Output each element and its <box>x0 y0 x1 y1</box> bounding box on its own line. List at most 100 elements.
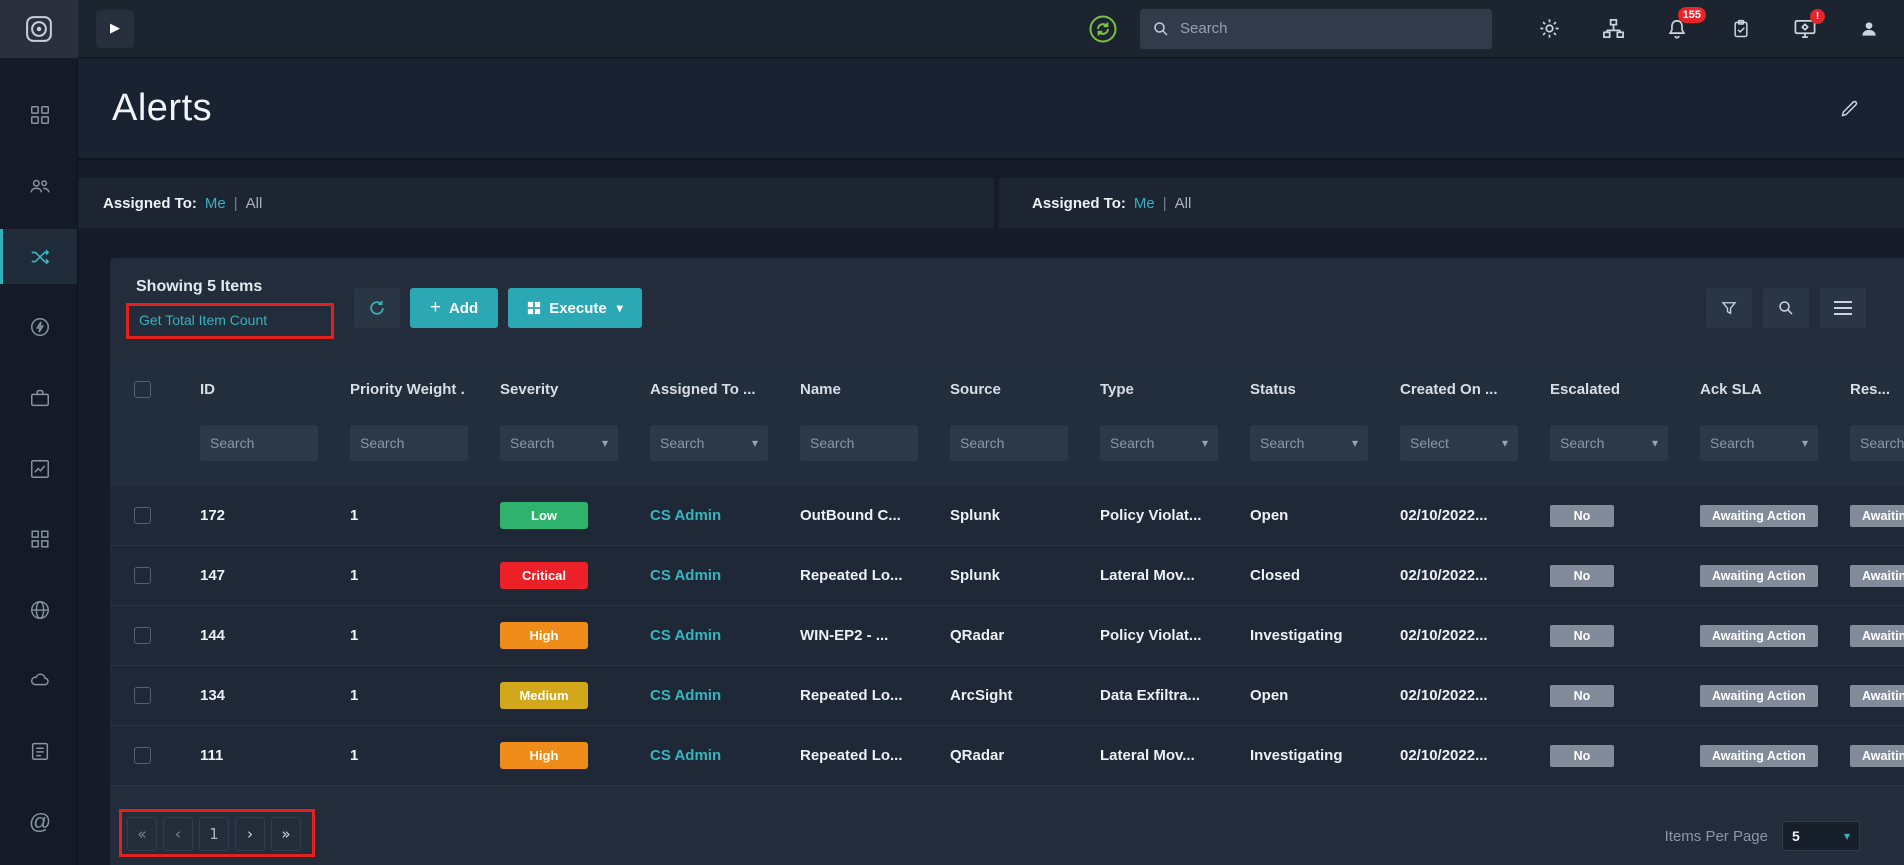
res-sla-badge: Awaiting Action <box>1850 564 1904 587</box>
sidebar-item-briefcase[interactable] <box>0 371 77 426</box>
cell-res_sla: Awaiting Action <box>1832 504 1904 527</box>
filter-input-name[interactable] <box>800 425 918 461</box>
filter-input-priority_weight[interactable] <box>350 425 468 461</box>
pagination-current-page[interactable]: 1 <box>199 817 229 851</box>
filter-input-id[interactable] <box>200 425 318 461</box>
assigned-me-link[interactable]: Me <box>205 195 226 212</box>
assigned-to-link[interactable]: CS Admin <box>650 507 721 524</box>
filter-dropdown-ack_sla[interactable]: Search ▾ <box>1700 425 1818 461</box>
sidebar-item-cloud[interactable] <box>0 653 77 708</box>
assigned-to-label: Assigned To: <box>103 194 197 212</box>
row-checkbox[interactable] <box>134 747 151 764</box>
chevron-down-icon: ▾ <box>1651 436 1658 450</box>
cell-source: QRadar <box>950 627 1005 644</box>
app-logo[interactable] <box>0 0 78 58</box>
cell-name: Repeated Lo... <box>800 687 903 704</box>
execute-button[interactable]: Execute ▾ <box>508 288 642 328</box>
row-checkbox[interactable] <box>134 507 151 524</box>
sitemap-icon[interactable] <box>1600 16 1626 42</box>
sidebar-item-dashboard[interactable] <box>0 88 77 143</box>
add-button[interactable]: + Add <box>410 288 498 328</box>
select-all-checkbox[interactable] <box>134 380 151 398</box>
topbar-icons: 155 ! <box>1536 6 1882 42</box>
column-header-severity: Severity <box>500 380 559 398</box>
chevron-down-icon: ▾ <box>1351 436 1358 450</box>
cell-type: Policy Violat... <box>1100 627 1202 644</box>
escalated-badge: No <box>1550 744 1614 767</box>
assigned-to-link[interactable]: CS Admin <box>650 747 721 764</box>
assigned-all-link[interactable]: All <box>1175 195 1192 212</box>
assigned-me-link[interactable]: Me <box>1134 195 1155 212</box>
filter-dropdown-res_sla[interactable]: Search▾ <box>1850 425 1904 461</box>
cell-created_on: 02/10/2022... <box>1400 567 1488 584</box>
notifications-bell-icon[interactable]: 155 <box>1664 6 1706 42</box>
cell-escalated: No <box>1532 684 1682 707</box>
system-settings-icon[interactable]: ! <box>1792 8 1825 42</box>
filter-dropdown-assigned_to[interactable]: Search ▾ <box>650 425 768 461</box>
clipboard-check-icon[interactable] <box>1728 16 1754 42</box>
topbar: ▶ Search 155 ! <box>0 0 1904 58</box>
cell-severity: Medium <box>482 682 632 709</box>
sidebar-item-apps[interactable] <box>0 512 77 567</box>
sync-status-icon[interactable] <box>1088 14 1118 44</box>
cell-name: WIN-EP2 - ... <box>800 627 889 644</box>
page-title: Alerts <box>112 86 213 129</box>
sidebar-item-tasks[interactable] <box>0 724 77 779</box>
pagination-prev-button[interactable]: ‹ <box>163 817 193 851</box>
row-checkbox[interactable] <box>134 687 151 704</box>
cell-severity: High <box>482 622 632 649</box>
table-search-button[interactable] <box>1763 288 1809 328</box>
ack-sla-badge: Awaiting Action <box>1700 684 1818 707</box>
items-per-page-select[interactable]: 5 ▾ <box>1782 821 1860 851</box>
res-sla-badge: Awaiting Action <box>1850 684 1904 707</box>
pagination-last-button[interactable]: » <box>271 817 301 851</box>
column-header-priority_weight: Priority Weight . <box>350 380 465 398</box>
edit-pencil-icon[interactable] <box>1839 98 1860 124</box>
filter-dropdown-created_on[interactable]: Select ▾ <box>1400 425 1518 461</box>
user-profile-icon[interactable] <box>1856 16 1882 42</box>
assigned-to-link[interactable]: CS Admin <box>650 627 721 644</box>
filter-dropdown-placeholder: Select <box>1410 435 1449 451</box>
assigned-separator: | <box>1162 194 1167 212</box>
sidebar-item-teams[interactable] <box>0 159 77 214</box>
sidebar-item-analytics[interactable] <box>0 441 77 496</box>
assigned-to-link[interactable]: CS Admin <box>650 567 721 584</box>
cell-severity: High <box>482 742 632 769</box>
alerts-table: ID Priority Weight . Severity Assigned To .… <box>110 365 1904 786</box>
filter-dropdown-placeholder: Search <box>660 435 705 451</box>
filter-dropdown-placeholder: Search <box>1110 435 1155 451</box>
at-symbol-icon: @ <box>28 808 52 834</box>
column-header-source: Source <box>950 380 1001 398</box>
assigned-all-link[interactable]: All <box>246 195 263 212</box>
refresh-button[interactable] <box>354 288 400 328</box>
sidebar-item-mentions[interactable]: @ <box>0 794 77 849</box>
filter-button[interactable] <box>1706 288 1752 328</box>
sidebar-item-shuffle-active[interactable] <box>0 229 77 284</box>
sidebar-item-globe[interactable] <box>0 582 77 637</box>
cell-ack_sla: Awaiting Action <box>1682 684 1832 707</box>
filter-dropdown-type[interactable]: Search ▾ <box>1100 425 1218 461</box>
settings-gear-icon[interactable] <box>1536 16 1562 42</box>
table-menu-button[interactable] <box>1820 288 1866 328</box>
row-checkbox[interactable] <box>134 567 151 584</box>
pagination-next-button[interactable]: › <box>235 817 265 851</box>
escalated-badge: No <box>1550 624 1614 647</box>
cell-assigned_to: CS Admin <box>632 627 782 644</box>
filter-input-source[interactable] <box>950 425 1068 461</box>
global-search[interactable] <box>1140 8 1492 49</box>
filter-dropdown-status[interactable]: Search ▾ <box>1250 425 1368 461</box>
column-header-escalated: Escalated <box>1550 380 1621 398</box>
get-total-item-count-link[interactable]: Get Total Item Count <box>139 312 267 328</box>
play-button[interactable]: ▶ <box>96 9 134 48</box>
sidebar-item-power[interactable] <box>0 300 77 355</box>
pagination-first-button[interactable]: « <box>127 817 157 851</box>
assigned-to-link[interactable]: CS Admin <box>650 687 721 704</box>
row-checkbox[interactable] <box>134 627 151 644</box>
notification-count-badge: 155 <box>1677 6 1706 23</box>
filter-dropdown-escalated[interactable]: Search ▾ <box>1550 425 1668 461</box>
table-body: 172 1 Low CS Admin OutBound C... Splunk Policy… <box>110 486 1904 786</box>
global-search-input[interactable] <box>1180 20 1480 37</box>
cell-escalated: No <box>1532 504 1682 527</box>
add-button-label: Add <box>448 299 479 317</box>
filter-dropdown-severity[interactable]: Search ▾ <box>500 425 618 461</box>
